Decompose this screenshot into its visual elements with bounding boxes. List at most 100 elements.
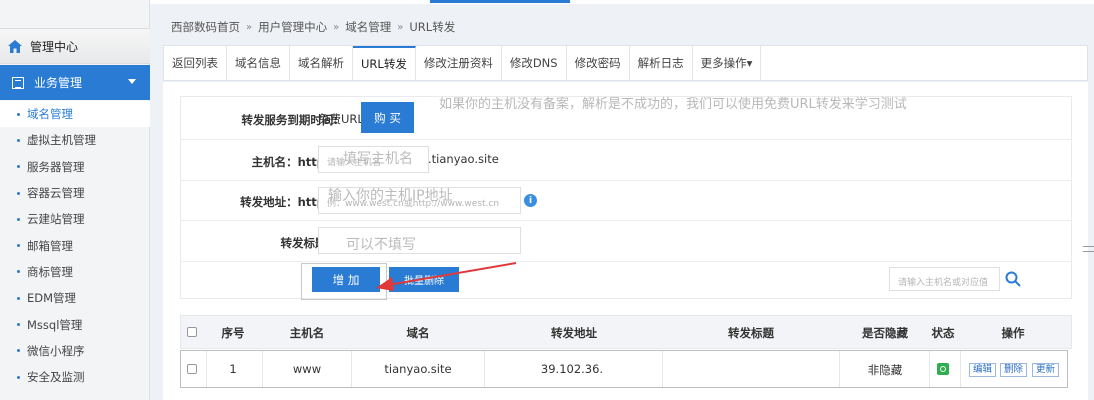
breadcrumb: 西部数码首页 » 用户管理中心 » 域名管理 » URL转发 bbox=[171, 19, 455, 35]
sidebar-home-label: 管理中心 bbox=[30, 39, 79, 54]
form-divider bbox=[181, 220, 1071, 221]
update-button[interactable]: 更新 bbox=[1032, 363, 1060, 377]
annotation-note: 如果你的主机没有备案，解析是不成功的，我们可以使用免费URL转发来学习测试 bbox=[439, 97, 907, 112]
sidebar-item-mssql[interactable]: Mssql管理 bbox=[0, 311, 150, 337]
cell-divider bbox=[662, 351, 663, 387]
sidebar-item-label: 邮箱管理 bbox=[27, 238, 73, 253]
buy-button[interactable]: 购 买 bbox=[361, 102, 414, 133]
sidebar-item-label: EDM管理 bbox=[27, 291, 77, 306]
tab-back-list[interactable]: 返回列表 bbox=[164, 46, 227, 80]
tab-edit-dns[interactable]: 修改DNS bbox=[502, 46, 567, 80]
breadcrumb-sep: » bbox=[397, 21, 404, 33]
col-actions: 操作 bbox=[1001, 326, 1025, 340]
bullet-icon bbox=[17, 165, 20, 169]
breadcrumb-sep: » bbox=[333, 21, 340, 33]
bullet-icon bbox=[17, 323, 20, 327]
sidebar-item-label: Mssql管理 bbox=[27, 317, 83, 332]
bullet-icon bbox=[17, 244, 20, 248]
top-edge bbox=[0, 0, 1094, 4]
sidebar-item-server[interactable]: 服务器管理 bbox=[0, 154, 150, 180]
col-host: 主机名 bbox=[289, 326, 325, 340]
bullet-icon bbox=[17, 191, 20, 195]
sidebar-item-label: 微信小程序 bbox=[27, 343, 85, 358]
col-index: 序号 bbox=[221, 326, 245, 340]
breadcrumb-current: URL转发 bbox=[409, 20, 456, 34]
tab-bar: 返回列表 域名信息 域名解析 URL转发 修改注册资料 修改DNS 修改密码 解… bbox=[163, 45, 1088, 81]
tab-edit-registration[interactable]: 修改注册资料 bbox=[416, 46, 502, 80]
tab-url-forward[interactable]: URL转发 bbox=[353, 46, 416, 80]
delete-button[interactable]: 删除 bbox=[1000, 363, 1028, 377]
form-divider bbox=[181, 261, 1071, 262]
host-annotation: 填写主机名 bbox=[343, 151, 413, 167]
cell-target: 39.102.36. bbox=[540, 362, 604, 376]
cell-divider bbox=[839, 351, 840, 387]
expiry-value: 免费URL bbox=[318, 112, 364, 126]
cell-index: 1 bbox=[229, 362, 237, 376]
cell-host: www bbox=[292, 362, 322, 376]
scroll-handle[interactable] bbox=[1083, 246, 1094, 252]
cell-divider bbox=[960, 351, 961, 387]
top-accent-bar bbox=[430, 0, 570, 3]
bullet-icon bbox=[17, 296, 20, 300]
sidebar-item-vhost[interactable]: 虚拟主机管理 bbox=[0, 127, 150, 153]
cell-hidden: 非隐藏 bbox=[867, 363, 903, 377]
breadcrumb-home[interactable]: 西部数码首页 bbox=[171, 19, 240, 35]
sidebar-item-label: 虚拟主机管理 bbox=[27, 133, 96, 148]
sidebar-item-label: 容器云管理 bbox=[27, 186, 85, 201]
select-all-checkbox[interactable] bbox=[187, 327, 197, 337]
col-domain: 域名 bbox=[406, 326, 430, 340]
sidebar-item-edm[interactable]: EDM管理 bbox=[0, 285, 150, 311]
sidebar-item-sitebuilder[interactable]: 云建站管理 bbox=[0, 206, 150, 232]
title-annotation: 可以不填写 bbox=[346, 237, 416, 253]
host-suffix: .tianyao.site bbox=[428, 152, 499, 166]
bullet-icon bbox=[17, 349, 20, 353]
sidebar-list: 域名管理 虚拟主机管理 服务器管理 容器云管理 云建站管理 邮箱管理 商标管理 … bbox=[0, 101, 150, 390]
sidebar-item-label: 商标管理 bbox=[27, 264, 73, 279]
sidebar-item-miniprogram[interactable]: 微信小程序 bbox=[0, 338, 150, 364]
breadcrumb-domain[interactable]: 域名管理 bbox=[345, 19, 391, 35]
cell-divider bbox=[262, 351, 263, 387]
tab-dns-resolve[interactable]: 域名解析 bbox=[290, 46, 353, 80]
bullet-icon bbox=[17, 138, 20, 142]
col-title: 转发标题 bbox=[728, 326, 774, 340]
tab-domain-info[interactable]: 域名信息 bbox=[227, 46, 290, 80]
cell-divider bbox=[351, 351, 352, 387]
tab-resolve-log[interactable]: 解析日志 bbox=[630, 46, 693, 80]
target-annotation: 输入你的主机IP地址 bbox=[328, 188, 453, 204]
status-enabled-icon bbox=[937, 363, 949, 375]
sidebar-item-label: 安全及监测 bbox=[27, 370, 85, 385]
col-hidden: 是否隐藏 bbox=[862, 326, 908, 340]
bullet-icon bbox=[17, 270, 20, 274]
cell-divider bbox=[929, 351, 930, 387]
bullet-icon bbox=[17, 217, 20, 221]
sidebar: 管理中心 业务管理 域名管理 虚拟主机管理 服务器管理 容器云管理 云建站管理 … bbox=[0, 0, 150, 400]
sidebar-item-trademark[interactable]: 商标管理 bbox=[0, 259, 150, 285]
cell-domain: tianyao.site bbox=[384, 362, 452, 376]
chevron-down-icon bbox=[128, 79, 136, 84]
col-status: 状态 bbox=[931, 326, 955, 340]
sidebar-section-business[interactable]: 业务管理 bbox=[0, 65, 150, 100]
sidebar-item-label: 云建站管理 bbox=[27, 212, 85, 227]
sidebar-item-mail[interactable]: 邮箱管理 bbox=[0, 232, 150, 258]
sidebar-item-label: 服务器管理 bbox=[27, 159, 85, 174]
sidebar-section-label: 业务管理 bbox=[34, 76, 83, 90]
sidebar-item-domain[interactable]: 域名管理 bbox=[0, 101, 150, 128]
search-placeholder: 请输入主机名或对应值 bbox=[898, 278, 989, 288]
tab-edit-password[interactable]: 修改密码 bbox=[567, 46, 630, 80]
sidebar-item-label: 域名管理 bbox=[27, 107, 73, 122]
edit-button[interactable]: 编辑 bbox=[969, 363, 997, 377]
annotation-arrow-icon bbox=[376, 262, 517, 291]
breadcrumb-user-center[interactable]: 用户管理中心 bbox=[258, 19, 327, 35]
business-icon bbox=[12, 76, 24, 89]
row-checkbox[interactable] bbox=[187, 364, 197, 374]
search-icon[interactable] bbox=[1005, 271, 1021, 287]
cell-divider bbox=[206, 351, 207, 387]
sidebar-home[interactable]: 管理中心 bbox=[0, 28, 150, 64]
sidebar-item-security[interactable]: 安全及监测 bbox=[0, 364, 150, 390]
breadcrumb-sep: » bbox=[246, 21, 253, 33]
form-divider bbox=[181, 180, 1071, 181]
info-icon[interactable]: i bbox=[524, 194, 537, 207]
bullet-icon bbox=[17, 112, 20, 116]
sidebar-item-container[interactable]: 容器云管理 bbox=[0, 180, 150, 206]
tab-more-actions[interactable]: 更多操作▾ bbox=[693, 46, 762, 80]
